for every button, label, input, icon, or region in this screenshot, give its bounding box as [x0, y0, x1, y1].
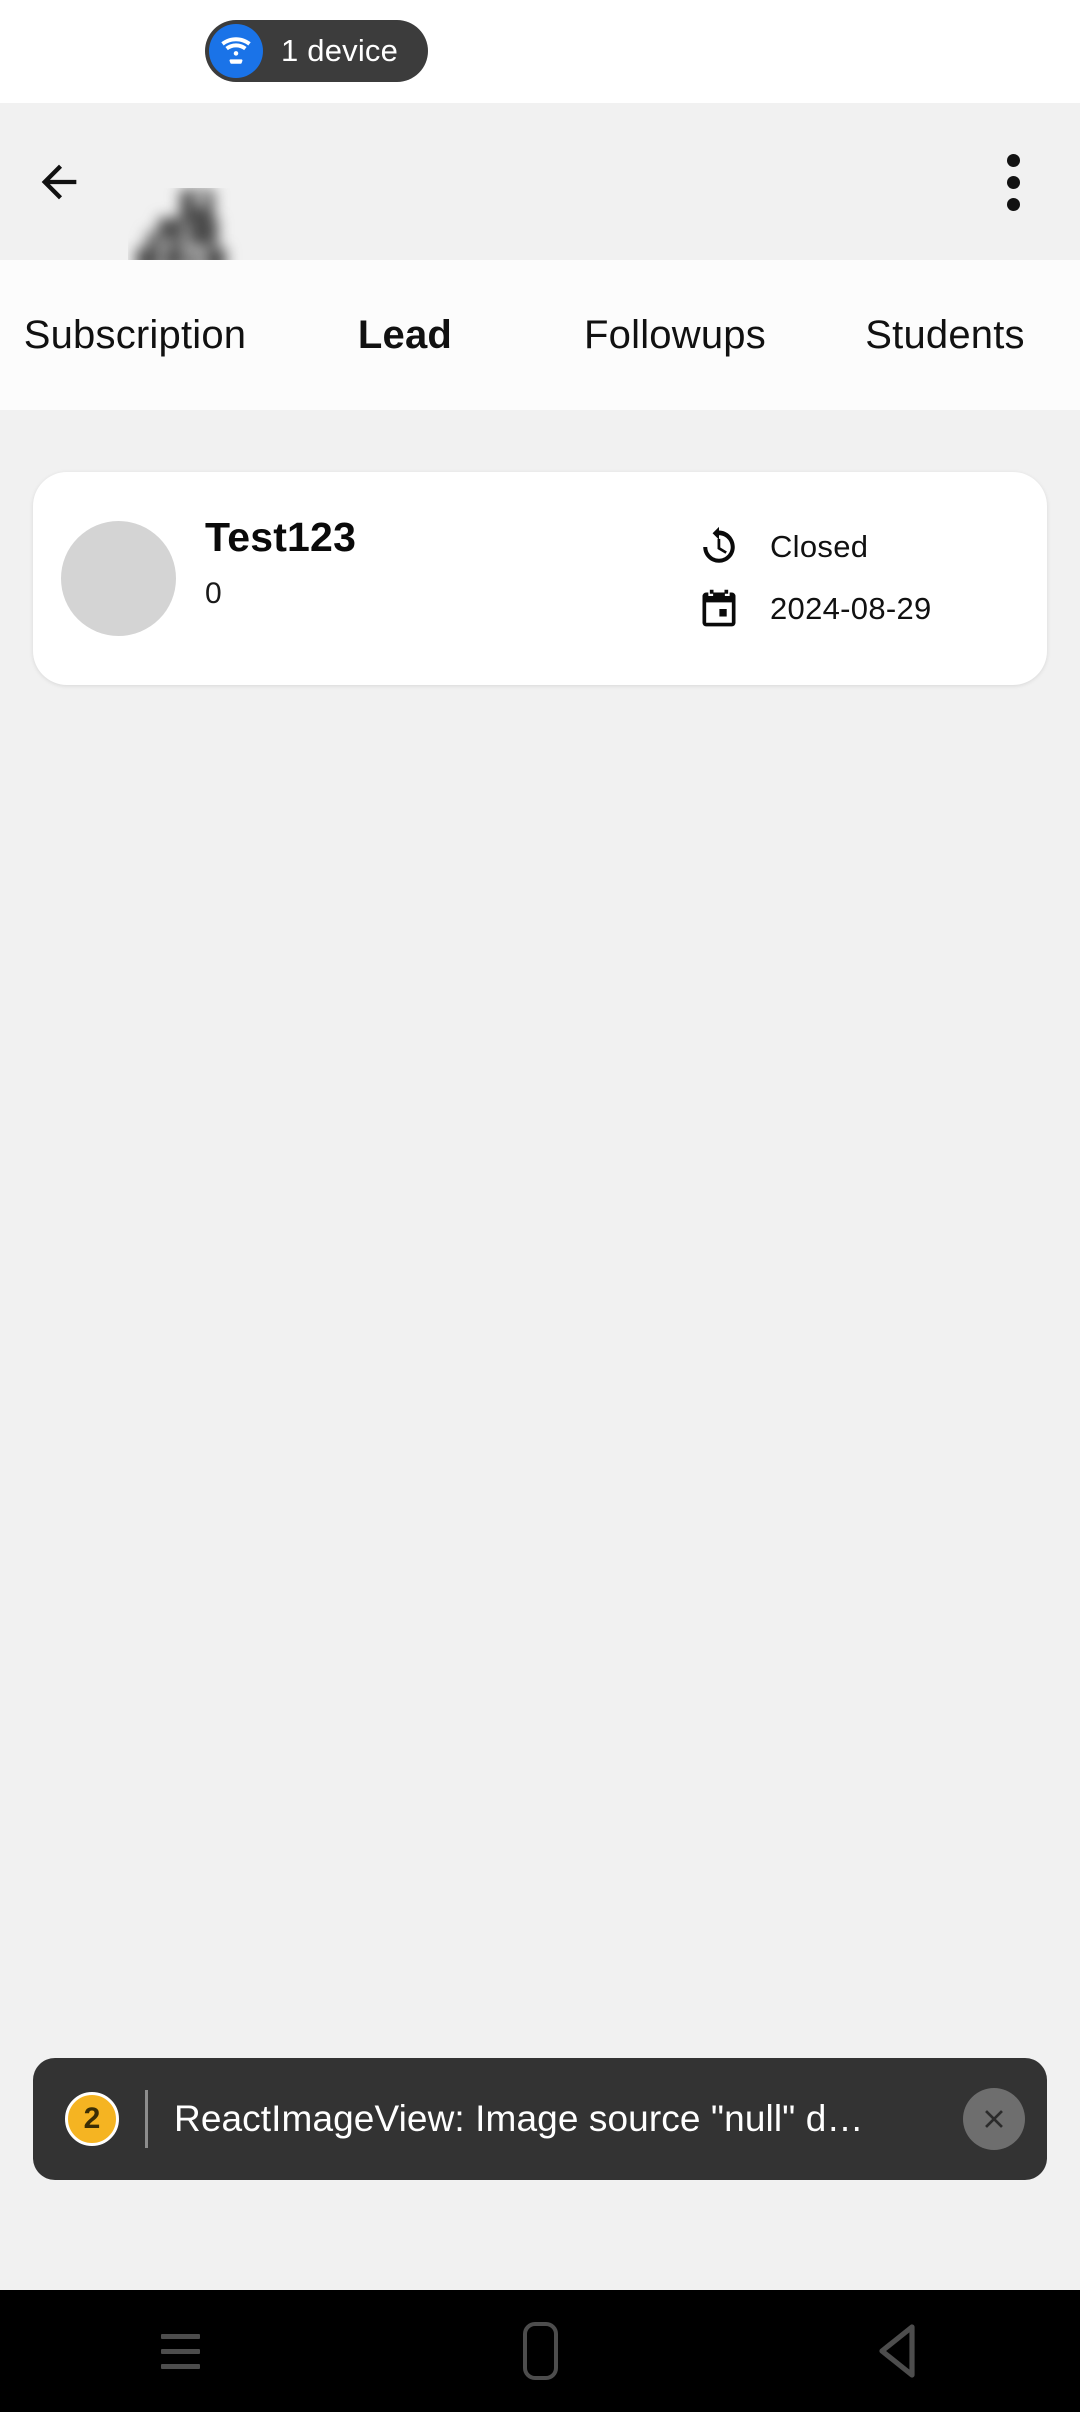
tab-followups[interactable]: Followups: [540, 260, 810, 410]
error-toast[interactable]: 2 ReactImageView: Image source "null" d…: [33, 2058, 1047, 2180]
lead-list-container: Test123 0 Closed 2024-08-29: [0, 410, 1080, 2290]
close-icon[interactable]: [963, 2088, 1025, 2150]
recents-icon[interactable]: [0, 2290, 360, 2412]
app-bar: [0, 103, 1080, 272]
tab-students[interactable]: Students: [810, 260, 1080, 410]
recents-lines: [160, 2329, 200, 2374]
overflow-dot: [1006, 153, 1020, 167]
toast-divider: [145, 2090, 148, 2148]
home-icon[interactable]: [360, 2290, 720, 2412]
back-triangle-icon[interactable]: [720, 2290, 1080, 2412]
lead-date-row: 2024-08-29: [696, 578, 932, 640]
lead-count: 0: [205, 577, 222, 611]
lead-primary-info: Test123 0: [205, 514, 356, 612]
lead-name: Test123: [205, 514, 357, 560]
lead-meta-info: Closed 2024-08-29: [696, 516, 932, 640]
tab-subscription[interactable]: Subscription: [0, 260, 270, 410]
lead-date-text: 2024-08-29: [770, 591, 932, 626]
recents-line: [160, 2333, 200, 2339]
back-arrow-icon[interactable]: [22, 145, 96, 219]
cast-notification-strip: 1 device: [0, 0, 1080, 103]
update-clock-icon: [696, 524, 742, 570]
home-shape: [522, 2322, 558, 2380]
tab-bar: Subscription Lead Followups Students: [0, 260, 1080, 410]
lead-status-row: Closed: [696, 516, 932, 578]
overflow-dot: [1006, 175, 1020, 189]
calendar-icon: [696, 586, 742, 632]
lead-status-text: Closed: [770, 529, 869, 564]
recents-line: [160, 2363, 200, 2369]
cast-device-label: 1 device: [281, 33, 399, 68]
cast-device-pill[interactable]: 1 device: [205, 20, 429, 82]
android-navigation-bar: [0, 2290, 1080, 2412]
avatar: [61, 521, 176, 636]
lead-card[interactable]: Test123 0 Closed 2024-08-29: [33, 472, 1047, 685]
cast-wifi-device-icon: [209, 24, 263, 78]
recents-line: [160, 2348, 200, 2354]
tab-lead[interactable]: Lead: [270, 260, 540, 410]
error-count-badge: 2: [65, 2092, 119, 2146]
overflow-dot: [1006, 197, 1020, 211]
more-vertical-icon[interactable]: [976, 145, 1050, 219]
error-message-text: ReactImageView: Image source "null" d…: [174, 2098, 864, 2139]
